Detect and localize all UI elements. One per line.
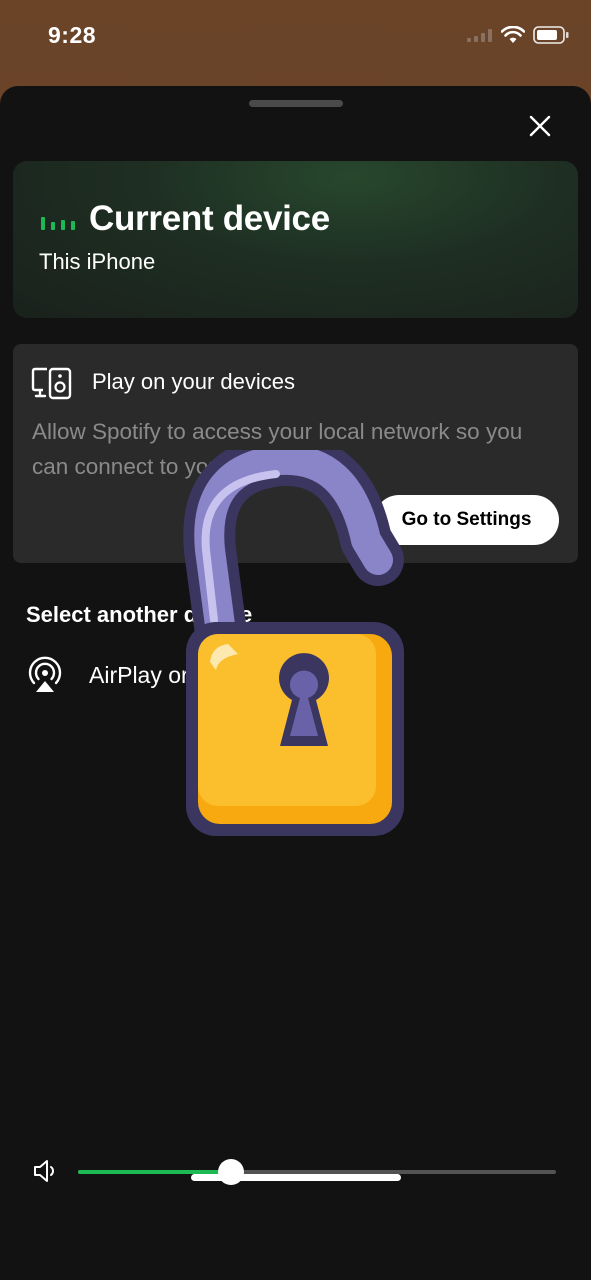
volume-speaker-icon[interactable] [33,1158,59,1184]
play-card-title: Play on your devices [92,369,295,394]
volume-slider-knob[interactable] [218,1159,244,1185]
battery-icon [533,26,569,44]
status-icons [467,26,569,44]
devices-speaker-icon [31,367,72,400]
status-bar: 9:28 [0,0,591,80]
unlocked-padlock-overlay-icon [183,450,404,836]
wifi-icon [501,26,525,43]
status-time: 9:28 [48,22,97,48]
current-device-name: This iPhone [39,249,156,274]
close-button[interactable] [524,110,556,142]
volume-row [0,1154,591,1190]
equalizer-bars-icon [41,217,75,230]
close-icon [529,115,551,137]
cellular-signal-icon [467,29,492,42]
current-device-card: Current device This iPhone [13,161,578,318]
current-device-title: Current device [89,199,330,238]
home-indicator [191,1174,401,1181]
airplay-icon [28,656,62,692]
sheet-grabber[interactable] [249,100,343,107]
